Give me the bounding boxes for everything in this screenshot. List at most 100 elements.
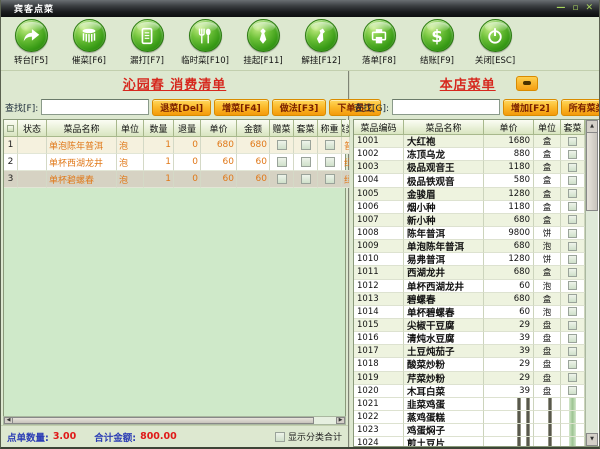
- combo-checkbox[interactable]: [568, 202, 577, 212]
- weigh-checkbox[interactable]: [324, 174, 335, 184]
- checkout-button[interactable]: $ 结账[F9]: [411, 19, 463, 66]
- cook-method-button[interactable]: 做法[F3]: [271, 98, 327, 116]
- combo-checkbox[interactable]: [568, 228, 577, 238]
- scrollbar-thumb[interactable]: [13, 417, 314, 424]
- menu-table-row[interactable]: 1019 芹菜炒粉 29 盘: [354, 371, 585, 385]
- menu-table-row[interactable]: 1021 韭菜鸡蛋: [354, 397, 585, 411]
- order-header-cell[interactable]: 赠菜: [270, 120, 294, 137]
- menu-table-row[interactable]: 1010 易弗普洱 1280 饼: [354, 253, 585, 267]
- combo-checkbox[interactable]: [568, 149, 577, 159]
- menu-table-row[interactable]: 1014 单杯碧螺春 60 泡: [354, 305, 585, 319]
- order-header-cell[interactable]: 单位: [117, 120, 144, 137]
- combo-checkbox[interactable]: [300, 157, 311, 167]
- reprint-button[interactable]: 漏打[F7]: [121, 19, 173, 66]
- scroll-left-icon[interactable]: ◀: [4, 417, 13, 424]
- menu-table-row[interactable]: 1024 煎土豆片: [354, 437, 585, 446]
- menu-table-row[interactable]: 1008 陈年普洱 9800 饼: [354, 226, 585, 241]
- menu-table-row[interactable]: 1007 新小种 680 盒: [354, 213, 585, 227]
- combo-checkbox[interactable]: [568, 386, 577, 396]
- urge-dish-button[interactable]: 催菜[F6]: [63, 19, 115, 66]
- combo-checkbox[interactable]: [568, 162, 577, 172]
- order-header-cell[interactable]: [4, 120, 18, 137]
- maximize-icon[interactable]: ▫: [572, 3, 578, 14]
- combo-checkbox[interactable]: [568, 215, 577, 225]
- menu-add-button[interactable]: 增加[F2]: [503, 98, 558, 116]
- hold-order-button[interactable]: 挂起[F11]: [237, 19, 289, 66]
- weigh-checkbox[interactable]: [324, 157, 335, 167]
- menu-options-button[interactable]: [515, 75, 538, 91]
- order-table-row[interactable]: 1单泡陈年普洱泡10680680普洱: [4, 137, 350, 154]
- order-header-cell[interactable]: 菜类: [342, 120, 350, 137]
- combo-checkbox[interactable]: [568, 254, 577, 264]
- order-header-cell[interactable]: 状态: [18, 120, 47, 137]
- order-header-cell[interactable]: 退量: [174, 120, 201, 137]
- order-table-row[interactable]: 3单杯碧螺春泡106060绿茶: [4, 171, 350, 188]
- menu-table-row[interactable]: 1003 极品观音王 1180 盒: [354, 161, 585, 175]
- menu-table-row[interactable]: 1004 极品铁观音 580 盒: [354, 174, 585, 188]
- all-categories-button[interactable]: 所有菜类 ↓: [560, 98, 599, 116]
- combo-checkbox[interactable]: [568, 346, 577, 356]
- order-table-row[interactable]: 2单杯西湖龙井泡106060绿茶: [4, 154, 350, 171]
- combo-checkbox[interactable]: [568, 307, 577, 317]
- menu-table-row[interactable]: 1020 木耳白菜 39 盘: [354, 384, 585, 398]
- combo-checkbox[interactable]: [568, 320, 577, 330]
- order-header-cell[interactable]: 单价: [201, 120, 237, 137]
- combo-checkbox[interactable]: [568, 333, 577, 343]
- combo-checkbox[interactable]: [568, 175, 577, 185]
- menu-table-row[interactable]: 1001 大红袍 1680 盒: [354, 135, 585, 149]
- menu-table-row[interactable]: 1016 清炖水豆腐 39 盘: [354, 332, 585, 346]
- temp-dish-button[interactable]: 临时菜[F10]: [179, 19, 231, 66]
- menu-table-row[interactable]: 1011 西湖龙井 680 盒: [354, 266, 585, 280]
- menu-table-row[interactable]: 1018 酸菜炒粉 29 盘: [354, 358, 585, 372]
- return-dish-button[interactable]: 退菜[Del]: [152, 98, 212, 116]
- resume-order-button[interactable]: 解挂[F12]: [295, 19, 347, 66]
- order-header-cell[interactable]: 套菜: [294, 120, 318, 137]
- menu-vertical-scrollbar[interactable]: ▲ ▼: [585, 120, 598, 446]
- menu-table-row[interactable]: 1009 单泡陈年普洱 680 泡: [354, 240, 585, 254]
- menu-header-cell[interactable]: 菜品名称: [404, 120, 484, 135]
- menu-table-row[interactable]: 1012 单杯西湖龙井 60 泡: [354, 279, 585, 293]
- menu-header-cell[interactable]: 菜品编码: [354, 120, 404, 135]
- scroll-down-icon[interactable]: ▼: [586, 433, 598, 446]
- menu-table-row[interactable]: 1017 土豆炖茄子 39 盘: [354, 345, 585, 359]
- order-search-input[interactable]: [41, 99, 150, 115]
- menu-table-row[interactable]: 1022 蒸鸡蛋糕: [354, 410, 585, 425]
- scrollbar-thumb[interactable]: [586, 133, 598, 211]
- combo-checkbox[interactable]: [300, 140, 311, 150]
- scrollbar-track[interactable]: [586, 211, 598, 433]
- menu-header-cell[interactable]: 套菜: [561, 120, 585, 135]
- combo-checkbox[interactable]: [568, 136, 577, 146]
- order-header-cell[interactable]: 称重: [318, 120, 342, 137]
- menu-table-row[interactable]: 1023 鸡蛋焖子: [354, 424, 585, 438]
- gift-checkbox[interactable]: [276, 140, 287, 150]
- menu-header-cell[interactable]: 单价: [484, 120, 534, 135]
- order-header-cell[interactable]: 数量: [144, 120, 174, 137]
- combo-checkbox[interactable]: [568, 281, 577, 291]
- show-category-total-checkbox[interactable]: [274, 431, 285, 442]
- combo-checkbox[interactable]: [568, 189, 577, 199]
- menu-search-input[interactable]: [392, 99, 501, 115]
- order-header-cell[interactable]: 菜品名称: [47, 120, 117, 137]
- place-order-button[interactable]: 落单[F8]: [353, 19, 405, 66]
- combo-checkbox[interactable]: [568, 294, 577, 304]
- menu-table-row[interactable]: 1015 尖椒干豆腐 29 盘: [354, 318, 585, 333]
- combo-checkbox[interactable]: [568, 241, 577, 251]
- weigh-checkbox[interactable]: [324, 140, 335, 150]
- menu-table-row[interactable]: 1002 冻顶乌龙 880 盒: [354, 148, 585, 162]
- menu-table-row[interactable]: 1006 烟小种 1180 盒: [354, 200, 585, 214]
- scrollbar-track[interactable]: [314, 417, 336, 424]
- order-horizontal-scrollbar[interactable]: ◀ ▶: [3, 416, 346, 425]
- combo-checkbox[interactable]: [568, 267, 577, 277]
- close-window-button[interactable]: 关闭[ESC]: [469, 19, 521, 66]
- menu-table-row[interactable]: 1013 碧螺春 680 盒: [354, 292, 585, 306]
- scroll-up-icon[interactable]: ▲: [586, 120, 598, 133]
- order-header-cell[interactable]: 金额: [237, 120, 270, 137]
- gift-checkbox[interactable]: [276, 174, 287, 184]
- combo-checkbox[interactable]: [568, 373, 577, 383]
- close-icon[interactable]: ✕: [585, 3, 593, 14]
- menu-table-row[interactable]: 1005 金骏眉 1280 盒: [354, 187, 585, 201]
- minimize-icon[interactable]: —: [556, 3, 565, 14]
- combo-checkbox[interactable]: [568, 359, 577, 369]
- transfer-table-button[interactable]: 转台[F5]: [5, 19, 57, 66]
- scroll-right-icon[interactable]: ▶: [336, 417, 345, 424]
